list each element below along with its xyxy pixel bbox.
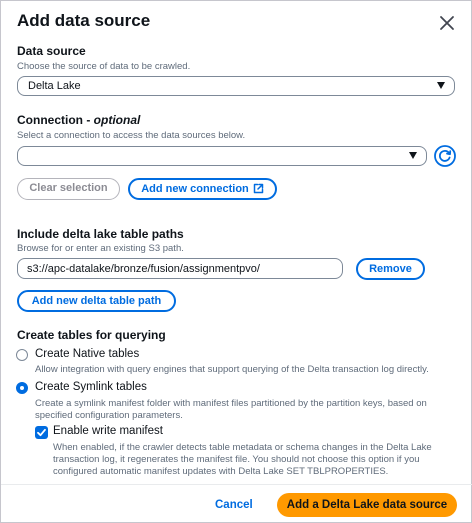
- remove-path-button[interactable]: Remove: [356, 258, 425, 280]
- data-source-label: Data source: [17, 44, 86, 58]
- connection-label: Connection - optional: [17, 113, 140, 127]
- s3-path-input[interactable]: s3://apc-datalake/bronze/fusion/assignme…: [17, 258, 343, 279]
- write-manifest-checkbox[interactable]: [35, 426, 48, 439]
- refresh-icon: [434, 145, 456, 167]
- write-manifest-label: Enable write manifest: [53, 425, 163, 437]
- close-button[interactable]: [435, 11, 459, 35]
- footer-divider: [1, 484, 472, 485]
- connection-label-text: Connection -: [17, 113, 94, 127]
- data-source-description: Choose the source of data to be crawled.: [17, 61, 191, 72]
- symlink-tables-description: Create a symlink manifest folder with ma…: [35, 398, 427, 421]
- clear-selection-button[interactable]: Clear selection: [17, 178, 120, 200]
- native-tables-description: Allow integration with query engines tha…: [35, 364, 429, 375]
- add-delta-lake-source-button[interactable]: Add a Delta Lake data source: [277, 493, 457, 517]
- data-source-select[interactable]: Delta Lake: [17, 76, 455, 96]
- optional-tag: optional: [93, 113, 141, 127]
- caret-down-icon: [409, 152, 417, 159]
- close-icon: [440, 16, 454, 30]
- cancel-button[interactable]: Cancel: [215, 499, 253, 511]
- caret-down-icon: [437, 82, 445, 89]
- create-tables-label: Create tables for querying: [17, 328, 166, 342]
- add-delta-table-path-button[interactable]: Add new delta table path: [17, 290, 176, 312]
- symlink-tables-radio[interactable]: [16, 382, 28, 394]
- add-data-source-dialog: Add data source Data source Choose the s…: [0, 0, 472, 523]
- external-link-icon: [253, 183, 264, 193]
- write-manifest-description: When enabled, if the crawler detects tab…: [53, 442, 432, 477]
- add-new-connection-button[interactable]: Add new connection: [128, 178, 277, 200]
- connection-select[interactable]: [17, 146, 427, 166]
- native-tables-label: Create Native tables: [35, 348, 140, 360]
- check-icon: [37, 428, 46, 437]
- add-new-connection-label: Add new connection: [141, 183, 249, 195]
- connection-description: Select a connection to access the data s…: [17, 130, 246, 141]
- symlink-tables-label: Create Symlink tables: [35, 381, 147, 393]
- native-tables-radio[interactable]: [16, 349, 28, 361]
- refresh-button[interactable]: [434, 145, 456, 167]
- data-source-selected-value: Delta Lake: [28, 80, 81, 92]
- delta-paths-label: Include delta lake table paths: [17, 227, 184, 241]
- dialog-title: Add data source: [17, 11, 151, 30]
- delta-paths-description: Browse for or enter an existing S3 path.: [17, 243, 184, 254]
